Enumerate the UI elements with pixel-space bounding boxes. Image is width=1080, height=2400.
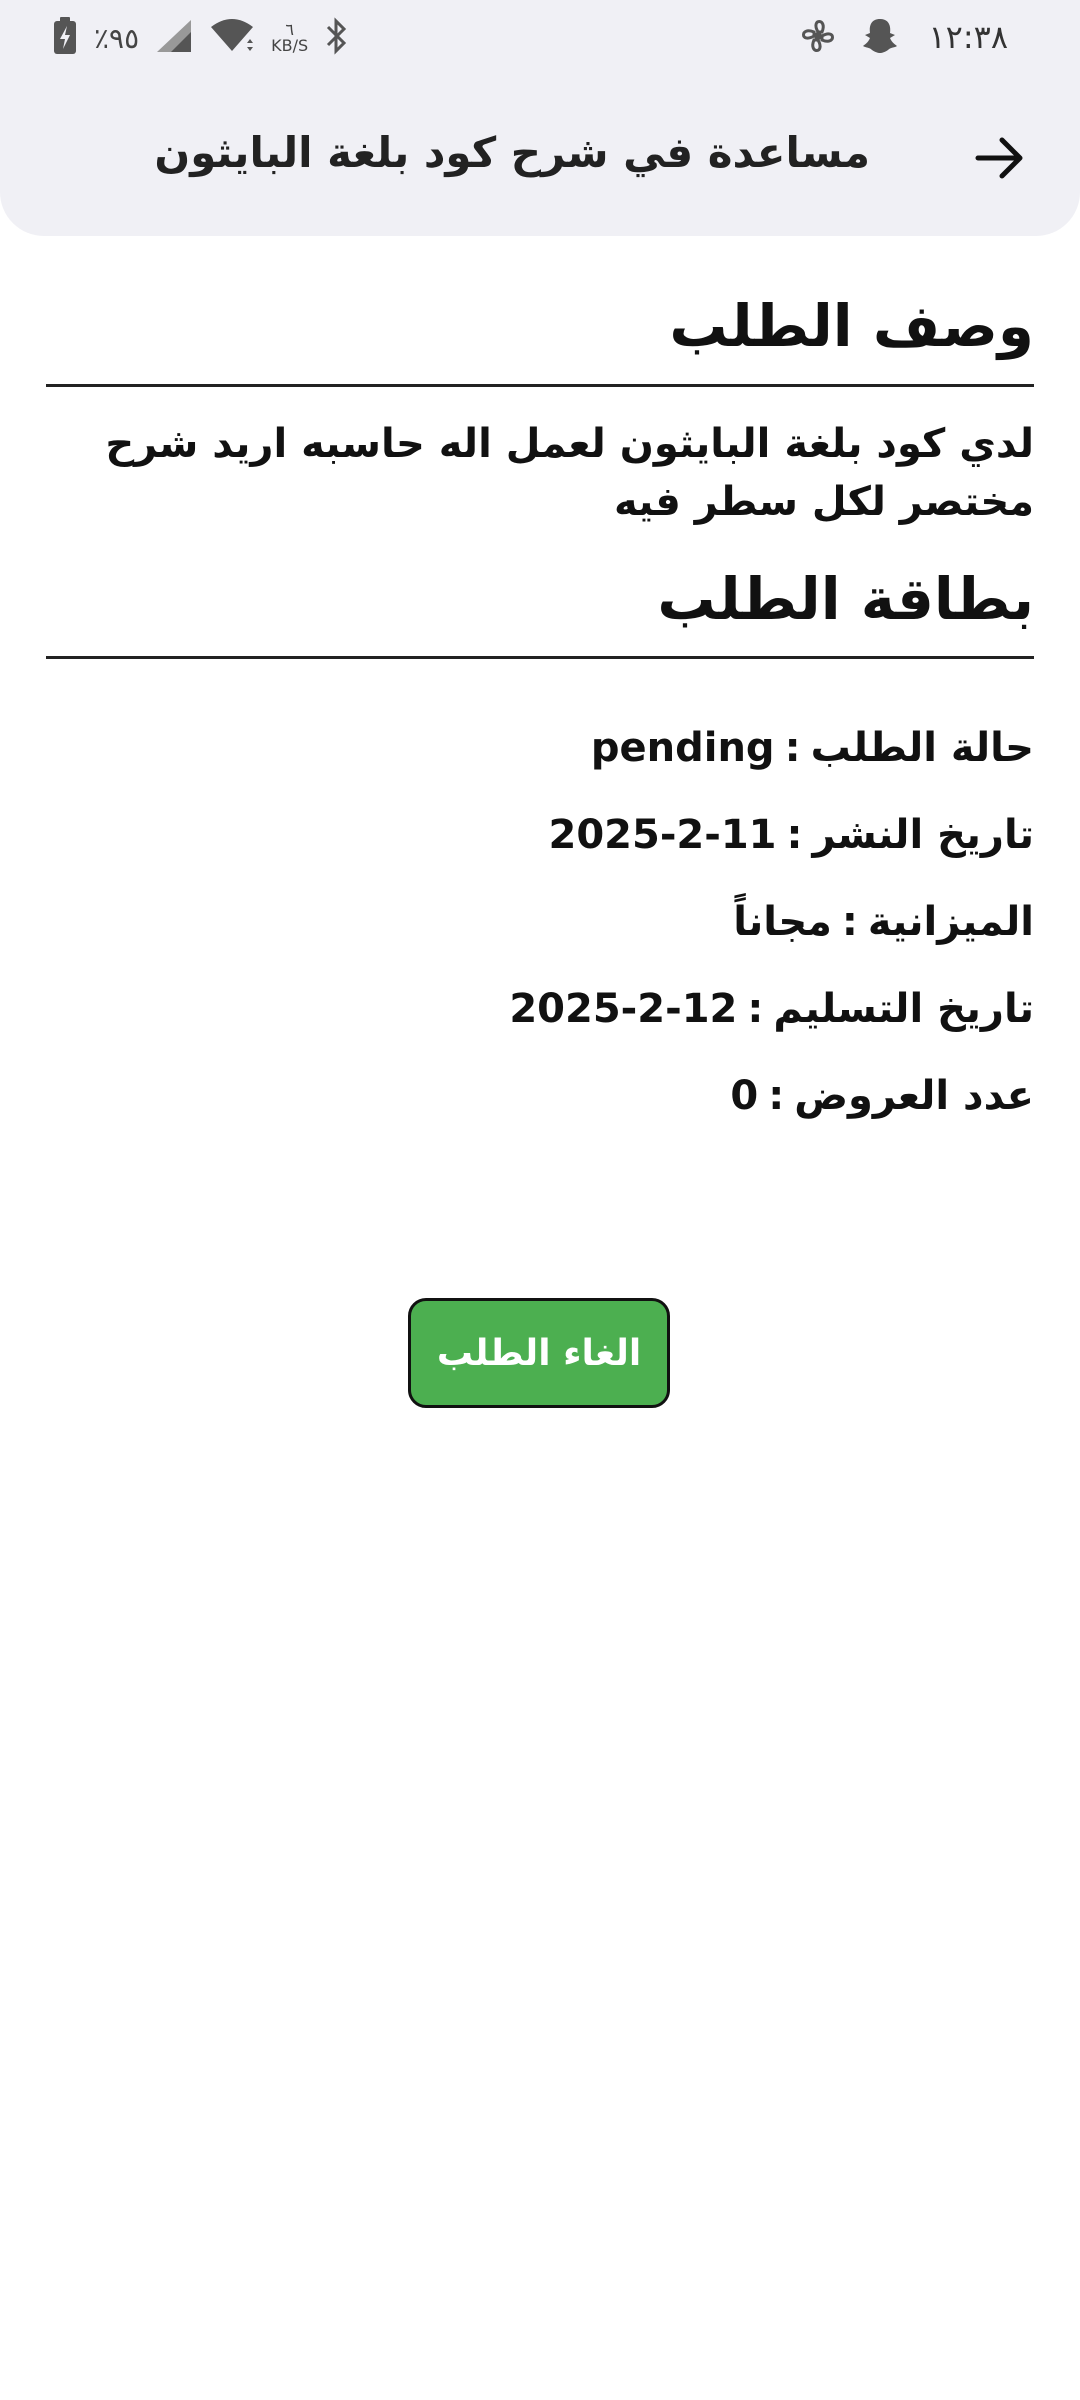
net-speed-unit: KB/S (271, 36, 309, 55)
publish-date-label: تاريخ النشر (812, 812, 1034, 859)
arrow-right-icon[interactable] (972, 130, 1028, 186)
description-heading: وصف الطلب (669, 292, 1034, 360)
bluetooth-icon (324, 17, 348, 59)
publish-date-value: 2025-2-11 (548, 812, 777, 859)
description-text: لدي كود بلغة البايثون لعمل اله حاسبه اري… (105, 420, 1034, 525)
snapchat-icon (860, 16, 900, 60)
budget-row: الميزانية:مجاناً (46, 879, 1034, 966)
pinwheel-icon (798, 16, 838, 60)
status-label: حالة الطلب (810, 725, 1034, 772)
wifi-icon (209, 17, 255, 59)
offers-count-label: عدد العروض (794, 1073, 1034, 1120)
status-left-icons: ٪٩٥ ٦ KB/S (52, 16, 348, 60)
budget-value: مجاناً (733, 899, 832, 946)
delivery-date-label: تاريخ التسليم (773, 986, 1034, 1033)
status-value: pending (590, 725, 775, 772)
offers-count-row: عدد العروض:0 (46, 1053, 1034, 1140)
offers-count-value: 0 (730, 1073, 759, 1120)
request-details: وصف الطلب لدي كود بلغة البايثون لعمل اله… (46, 236, 1034, 1140)
delivery-date-row: تاريخ التسليم:2025-2-12 (46, 966, 1034, 1053)
battery-percent: ٪٩٥ (94, 21, 140, 55)
clock: ١٢:٣٨ (928, 18, 1008, 56)
request-card: حالة الطلب:pending تاريخ النشر:2025-2-11… (46, 705, 1034, 1140)
status-right-icons (798, 16, 900, 60)
divider (46, 383, 1034, 387)
net-speed: ٦ KB/S (271, 22, 308, 54)
divider (46, 656, 1034, 660)
status-row: حالة الطلب:pending (46, 705, 1034, 792)
page-title: مساعدة في شرح كود بلغة البايثون (154, 128, 870, 177)
card-heading: بطاقة الطلب (657, 564, 1034, 633)
publish-date-row: تاريخ النشر:2025-2-11 (46, 792, 1034, 879)
cancel-request-button[interactable]: الغاء الطلب (408, 1298, 670, 1408)
status-bar: ٪٩٥ ٦ KB/S ١٢:٣٨ (0, 0, 1080, 80)
delivery-date-value: 2025-2-12 (509, 986, 738, 1033)
battery-icon (52, 16, 78, 60)
cell-signal-icon (155, 18, 193, 58)
app-bar: مساعدة في شرح كود بلغة البايثون (0, 80, 1080, 236)
budget-label: الميزانية (867, 899, 1034, 946)
